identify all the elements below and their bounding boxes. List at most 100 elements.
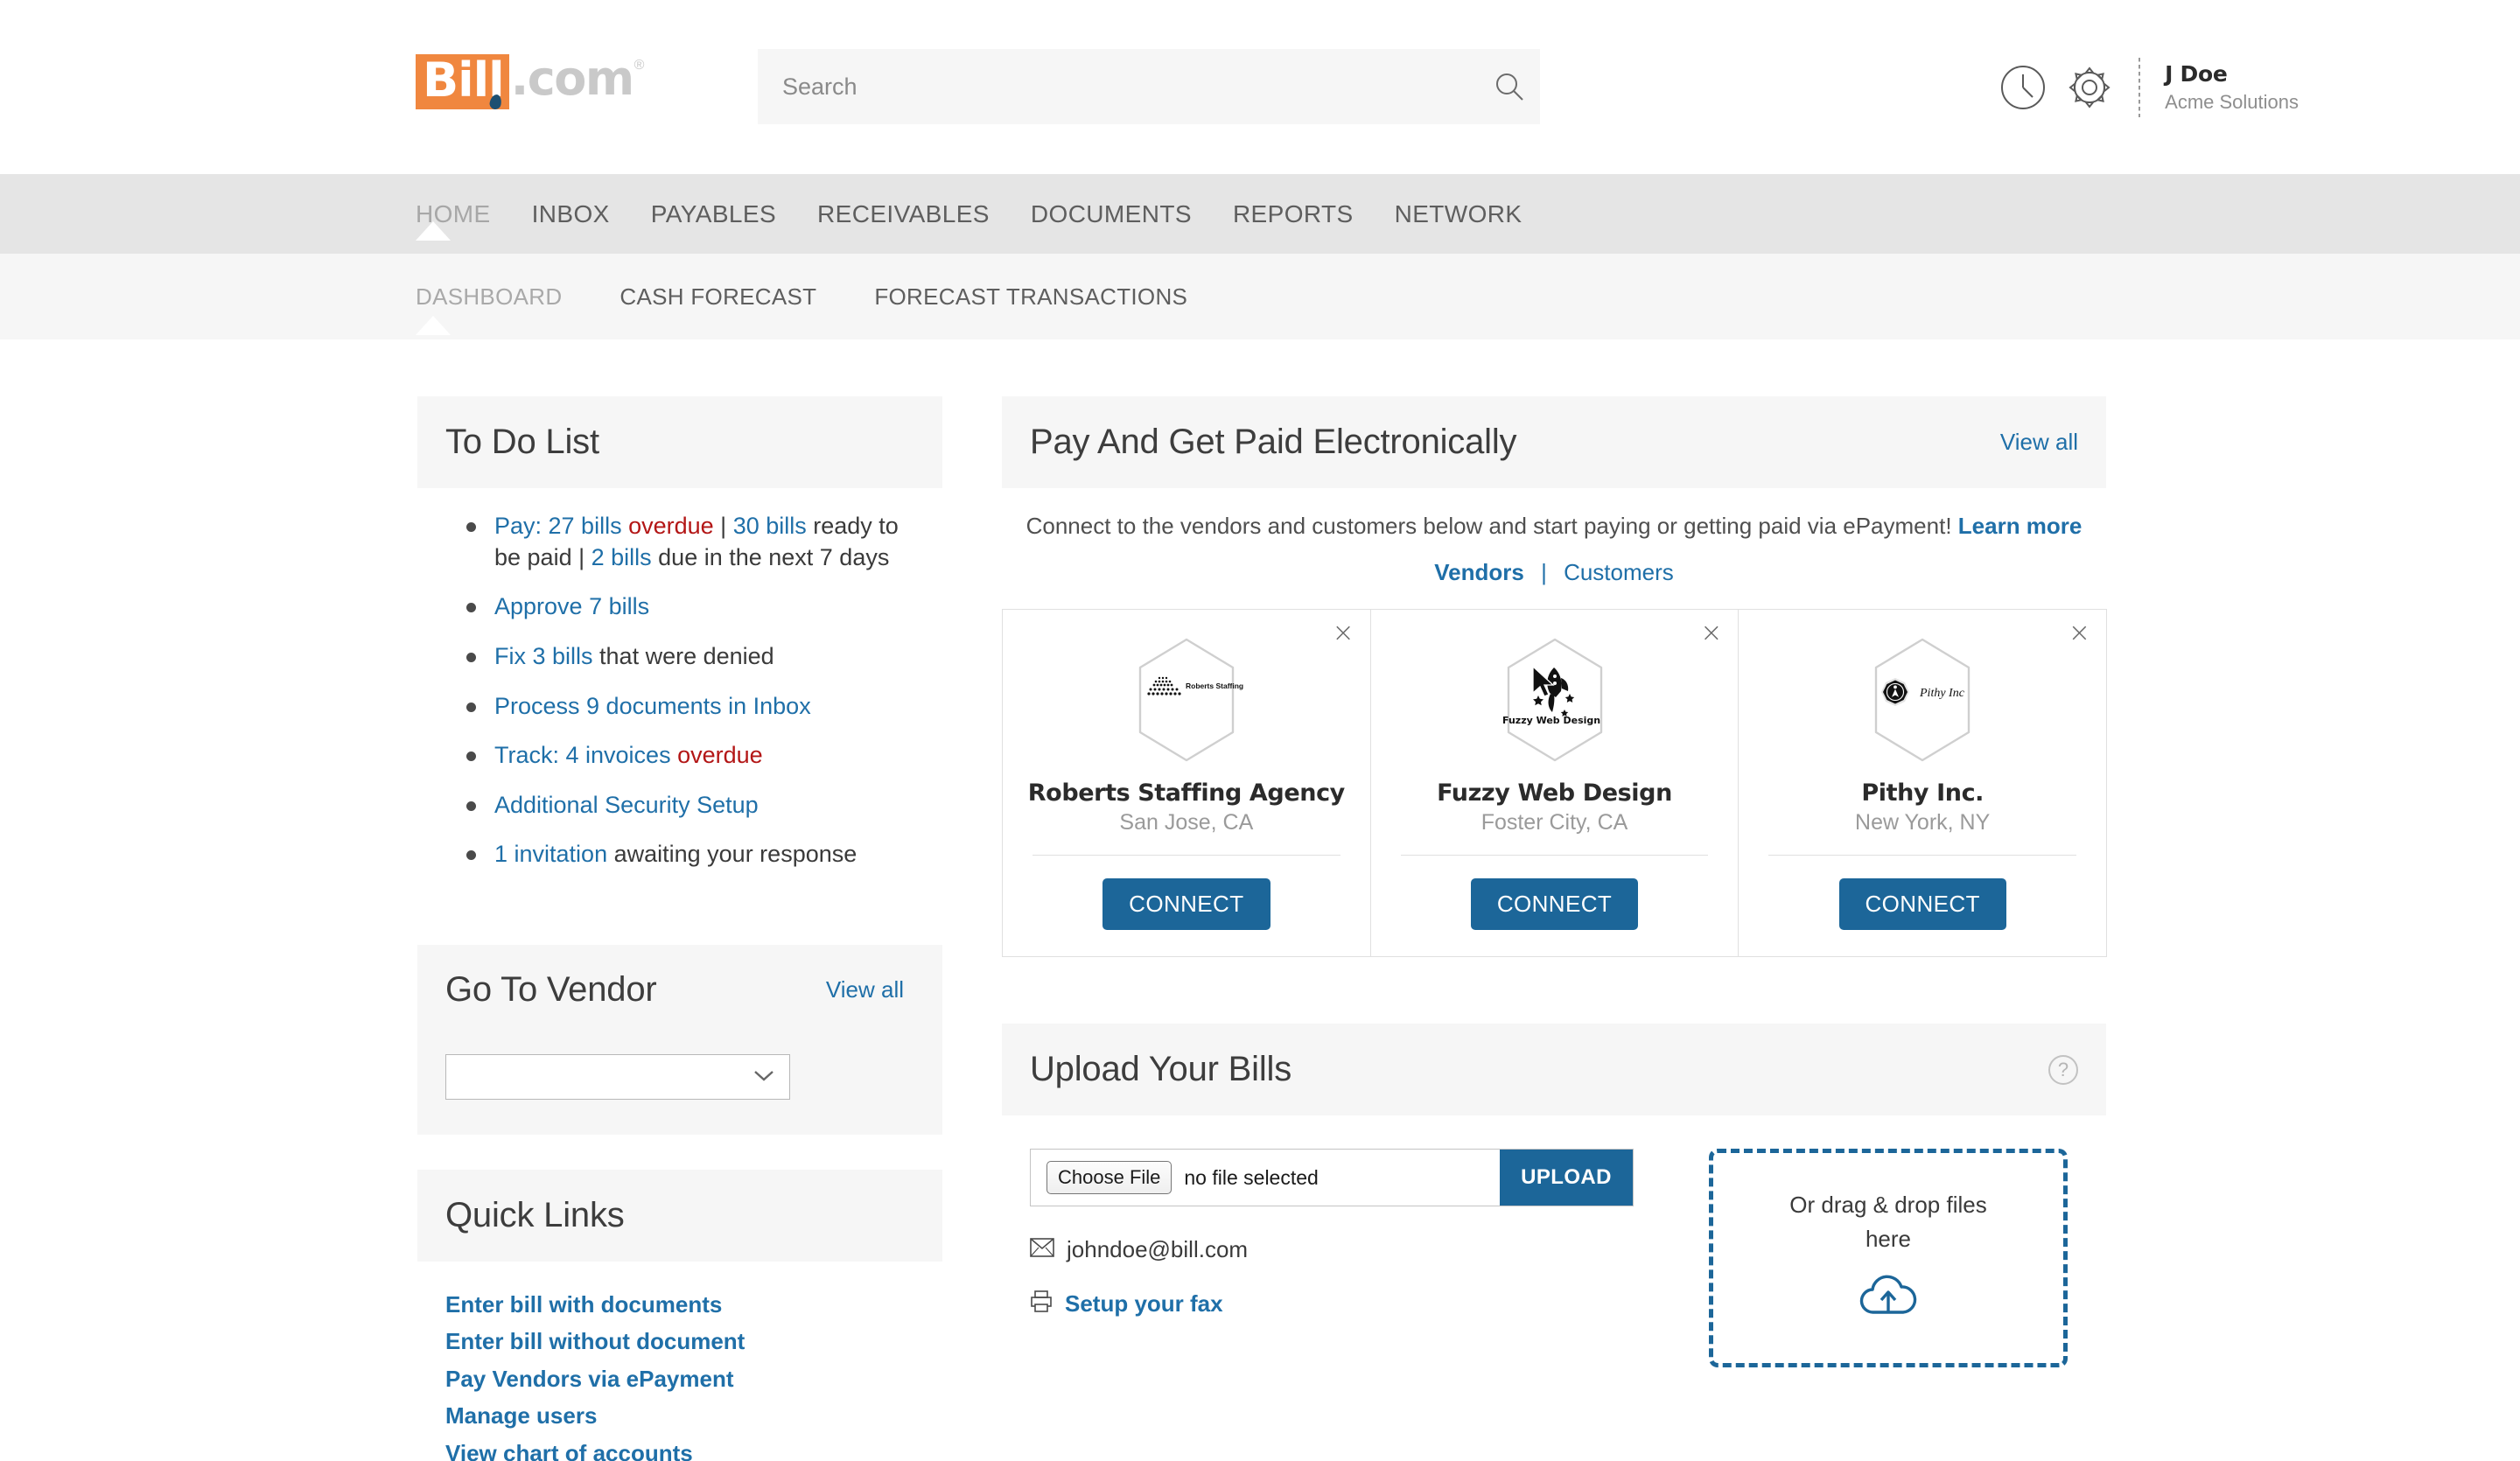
nav-item-documents[interactable]: DOCUMENTS bbox=[1031, 200, 1218, 228]
upload-bills-title: Upload Your Bills bbox=[1030, 1050, 1292, 1088]
nav-item-receivables[interactable]: RECEIVABLES bbox=[817, 200, 1016, 228]
help-icon[interactable]: ? bbox=[2048, 1054, 2078, 1085]
todo-item-text[interactable]: Pay: 27 bills bbox=[494, 513, 628, 539]
todo-item-text: overdue bbox=[677, 742, 763, 769]
pay-get-paid-view-all-link[interactable]: View all bbox=[2000, 429, 2078, 456]
close-icon[interactable]: × bbox=[1333, 620, 1354, 647]
logo-orange-box: Bill bbox=[416, 54, 509, 111]
todo-item-text[interactable]: Approve 7 bills bbox=[494, 593, 649, 619]
user-organization: Acme Solutions bbox=[2165, 90, 2299, 113]
nav-item-network[interactable]: NETWORK bbox=[1395, 200, 1549, 228]
todo-item-text[interactable]: Track: 4 invoices bbox=[494, 742, 677, 768]
nav-item-reports[interactable]: REPORTS bbox=[1233, 200, 1380, 228]
upload-bills-body: Choose File no file selected UPLOAD john… bbox=[1002, 1115, 2106, 1413]
nav-active-caret-icon bbox=[416, 220, 451, 241]
pay-get-paid-body: Connect to the vendors and customers bel… bbox=[1002, 488, 2108, 957]
clock-icon[interactable] bbox=[1990, 54, 2056, 121]
todo-item-text[interactable]: Process 9 documents in Inbox bbox=[494, 693, 811, 719]
close-icon[interactable]: × bbox=[2068, 620, 2090, 647]
nav-item-payables[interactable]: PAYABLES bbox=[651, 200, 802, 228]
connect-button[interactable]: CONNECT bbox=[1470, 878, 1639, 930]
todo-item[interactable]: Pay: 27 bills overdue | 30 bills ready t… bbox=[463, 511, 914, 573]
header-divider bbox=[2138, 58, 2141, 117]
user-name: J Doe bbox=[2165, 60, 2228, 87]
todo-item-text: overdue bbox=[628, 513, 714, 539]
vendor-location: San Jose, CA bbox=[1119, 810, 1254, 835]
tab-customers[interactable]: Customers bbox=[1564, 559, 1674, 585]
pay-get-paid-panel: Pay And Get Paid Electronically View all… bbox=[1002, 396, 2108, 957]
todo-list-body: Pay: 27 bills overdue | 30 bills ready t… bbox=[417, 488, 942, 917]
vendor-logo-hexagon: Roberts Staffing bbox=[1003, 636, 1370, 764]
gear-icon[interactable] bbox=[2056, 54, 2123, 121]
quick-link-item[interactable]: Manage users bbox=[445, 1397, 914, 1434]
nav-item-home[interactable]: HOME bbox=[416, 200, 517, 241]
todo-item[interactable]: Process 9 documents in Inbox bbox=[463, 691, 914, 723]
connect-button[interactable]: CONNECT bbox=[1838, 878, 2006, 930]
todo-item[interactable]: 1 invitation awaiting your response bbox=[463, 839, 914, 870]
vendor-name: Fuzzy Web Design bbox=[1437, 779, 1672, 807]
file-dropzone[interactable]: Or drag & drop files here bbox=[1709, 1149, 2068, 1367]
page-title: To Do List bbox=[445, 423, 599, 461]
todo-item[interactable]: Approve 7 bills bbox=[463, 591, 914, 623]
quick-link-item[interactable]: Enter bill with documents bbox=[445, 1286, 914, 1323]
pay-get-paid-header: Pay And Get Paid Electronically View all bbox=[1002, 396, 2106, 488]
upload-fax-row: Setup your fax bbox=[1030, 1290, 1667, 1318]
todo-item-text: | bbox=[713, 513, 733, 539]
vendor-name: Pithy Inc. bbox=[1861, 779, 1984, 807]
subnav-item-dashboard[interactable]: DASHBOARD bbox=[416, 283, 562, 335]
pay-get-paid-description-text: Connect to the vendors and customers bel… bbox=[1026, 513, 1952, 539]
nav-item-inbox[interactable]: INBOX bbox=[532, 200, 636, 228]
vendor-location: New York, NY bbox=[1855, 810, 1991, 835]
todo-item[interactable]: Additional Security Setup bbox=[463, 790, 914, 821]
dropzone-line-2: here bbox=[1865, 1225, 1912, 1252]
vendor-select[interactable] bbox=[445, 1054, 790, 1100]
quick-links-panel: Quick Links Enter bill with documents Ent… bbox=[417, 1170, 942, 1461]
right-column: Pay And Get Paid Electronically View all… bbox=[1002, 396, 2108, 1461]
svg-text:Roberts Staffing: Roberts Staffing bbox=[1186, 682, 1243, 690]
search-icon[interactable] bbox=[1479, 49, 1540, 124]
vendor-card-divider bbox=[1400, 855, 1709, 856]
search-bar[interactable] bbox=[758, 49, 1540, 124]
file-input-row: Choose File no file selected UPLOAD bbox=[1030, 1149, 1634, 1206]
todo-item-text: awaiting your response bbox=[613, 841, 858, 868]
printer-icon bbox=[1030, 1290, 1053, 1318]
subnav-item-forecast-transactions[interactable]: FORECAST TRANSACTIONS bbox=[874, 283, 1187, 311]
upload-button[interactable]: UPLOAD bbox=[1500, 1150, 1633, 1206]
tab-vendors[interactable]: Vendors bbox=[1434, 559, 1524, 585]
dropzone-line-1: Or drag & drop files bbox=[1789, 1191, 1987, 1218]
upload-controls: Choose File no file selected UPLOAD john… bbox=[1002, 1149, 1667, 1367]
search-input[interactable] bbox=[758, 73, 1479, 101]
user-menu[interactable]: J Doe Acme Solutions bbox=[2165, 60, 2520, 115]
choose-file-button[interactable]: Choose File bbox=[1046, 1161, 1172, 1194]
quick-link-item[interactable]: Enter bill without document bbox=[445, 1323, 914, 1360]
go-to-vendor-view-all-link[interactable]: View all bbox=[826, 976, 904, 1003]
close-icon[interactable]: × bbox=[1700, 620, 1722, 647]
subnav-item-cash-forecast[interactable]: CASH FORECAST bbox=[620, 283, 816, 311]
todo-item-text[interactable]: 2 bills bbox=[592, 544, 659, 570]
upload-bills-header: Upload Your Bills ? bbox=[1002, 1024, 2106, 1115]
quick-link-item[interactable]: Pay Vendors via ePayment bbox=[445, 1360, 914, 1397]
todo-item-text[interactable]: 30 bills bbox=[733, 513, 814, 539]
bill-com-logo[interactable]: Bill .com ® bbox=[416, 54, 644, 111]
todo-list-panel: To Do List Pay: 27 bills overdue | 30 bi… bbox=[417, 396, 942, 917]
learn-more-link[interactable]: Learn more bbox=[1958, 513, 2082, 539]
sub-navigation: DASHBOARD CASH FORECAST FORECAST TRANSACTI… bbox=[0, 254, 2520, 339]
connect-button[interactable]: CONNECT bbox=[1102, 878, 1270, 930]
chevron-down-icon bbox=[752, 1068, 775, 1087]
todo-item-text[interactable]: Fix 3 bills bbox=[494, 643, 599, 669]
pay-get-paid-title: Pay And Get Paid Electronically bbox=[1030, 423, 1517, 461]
left-column: To Do List Pay: 27 bills overdue | 30 bi… bbox=[417, 396, 942, 1461]
main-navigation: HOME INBOX PAYABLES RECEIVABLES DOCUMENTS REP… bbox=[0, 174, 2520, 254]
file-name-label: no file selected bbox=[1184, 1165, 1319, 1189]
vendor-card: × Fuzzy Web Design Fuzzy Web Design Foste… bbox=[1369, 609, 1740, 957]
quick-link-item[interactable]: View chart of accounts bbox=[445, 1435, 914, 1461]
vendor-location: Foster City, CA bbox=[1480, 810, 1628, 835]
svg-text:Fuzzy Web Design: Fuzzy Web Design bbox=[1502, 715, 1600, 726]
todo-item-text[interactable]: 1 invitation bbox=[494, 841, 614, 867]
todo-item[interactable]: Track: 4 invoices overdue bbox=[463, 740, 914, 772]
todo-item[interactable]: Fix 3 bills that were denied bbox=[463, 641, 914, 673]
go-to-vendor-header: Go To Vendor View all bbox=[417, 945, 942, 1035]
top-bar: Bill .com ® Search J Doe Acme Solutions bbox=[0, 0, 2520, 174]
setup-fax-link[interactable]: Setup your fax bbox=[1065, 1290, 1223, 1318]
todo-item-text[interactable]: Additional Security Setup bbox=[494, 792, 759, 818]
